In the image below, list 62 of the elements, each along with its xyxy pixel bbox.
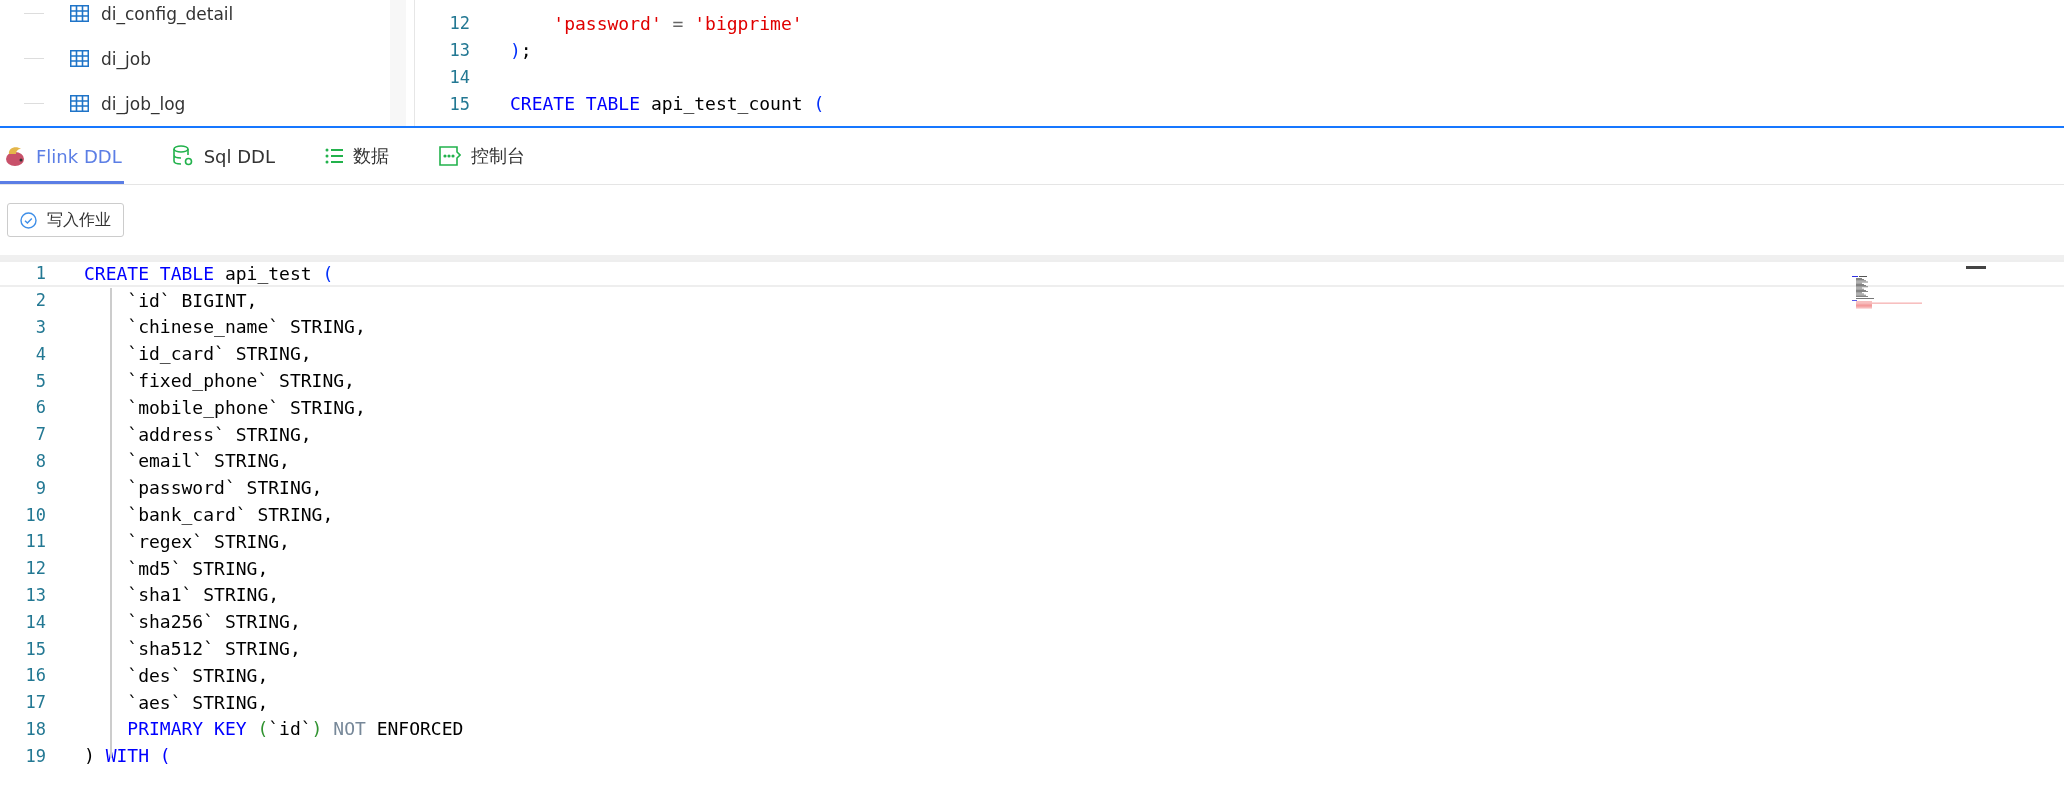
database-gear-icon bbox=[171, 145, 194, 167]
line-number: 15 bbox=[24, 638, 46, 659]
code-line: `mobile_phone` STRING, bbox=[126, 396, 366, 418]
code-line: PRIMARY KEY (`id`) NOT ENFORCED bbox=[126, 718, 464, 740]
line-number: 14 bbox=[448, 67, 470, 87]
tab[interactable]: 数据 bbox=[321, 128, 391, 184]
code-line: `email` STRING, bbox=[126, 450, 290, 472]
tab[interactable]: Flink DDL bbox=[0, 128, 124, 184]
line-number: 1 bbox=[34, 263, 46, 284]
line-number: 11 bbox=[24, 531, 46, 552]
code-line: `fixed_phone` STRING, bbox=[126, 370, 355, 392]
line-number: 12 bbox=[24, 558, 46, 579]
code-line: `regex` STRING, bbox=[126, 530, 290, 552]
code-line: `sha1` STRING, bbox=[126, 584, 280, 606]
line-number: 12 bbox=[448, 13, 470, 34]
table-icon bbox=[70, 5, 89, 22]
message-dots-icon bbox=[439, 146, 461, 166]
line-number: 4 bbox=[34, 343, 46, 364]
table-icon bbox=[70, 50, 89, 67]
line-number: 7 bbox=[34, 424, 46, 445]
code-line: `aes` STRING, bbox=[126, 691, 269, 713]
tab[interactable]: 控制台 bbox=[435, 128, 527, 184]
line-number: 18 bbox=[24, 718, 46, 739]
line-number: 16 bbox=[24, 665, 46, 686]
line-number: 13 bbox=[24, 584, 46, 605]
line-number: 14 bbox=[24, 611, 46, 632]
table-icon bbox=[70, 95, 89, 112]
tree-item[interactable]: di_job bbox=[0, 36, 390, 81]
code-line: 'password' = 'bigprime' bbox=[552, 12, 803, 34]
tab[interactable]: Sql DDL bbox=[167, 128, 277, 184]
code-line: CREATE TABLE api_test ( bbox=[84, 262, 334, 284]
scroll-thumb[interactable] bbox=[1966, 266, 1986, 269]
code-line: `id_card` STRING, bbox=[126, 343, 312, 365]
code-line: `id` BIGINT, bbox=[126, 289, 258, 311]
line-number: 8 bbox=[34, 450, 46, 471]
code-line: `des` STRING, bbox=[126, 664, 269, 686]
code-line: `address` STRING, bbox=[126, 423, 312, 445]
line-number: 6 bbox=[34, 397, 46, 418]
line-number: 10 bbox=[24, 504, 46, 525]
tree-item[interactable]: di_config_detail bbox=[0, 0, 390, 36]
code-line: `md5` STRING, bbox=[126, 557, 269, 579]
code-line: ) WITH ( bbox=[84, 745, 171, 767]
list-icon bbox=[325, 148, 343, 164]
line-number: 2 bbox=[34, 290, 46, 311]
code-line: `chinese_name` STRING, bbox=[126, 316, 366, 338]
line-number: 19 bbox=[24, 745, 46, 766]
code-line: CREATE TABLE api_test_count ( bbox=[510, 93, 825, 115]
tree-item[interactable]: di_job_log bbox=[0, 81, 390, 126]
code-line: `sha256` STRING, bbox=[126, 611, 301, 633]
line-number: 17 bbox=[24, 692, 46, 713]
line-number: 13 bbox=[448, 40, 470, 61]
code-line: `sha512` STRING, bbox=[126, 638, 301, 660]
line-number: 9 bbox=[34, 477, 46, 498]
line-number: 5 bbox=[34, 370, 46, 391]
code-line: `password` STRING, bbox=[126, 477, 323, 499]
write-job-button[interactable]: 写入作业 bbox=[7, 203, 124, 237]
line-number: 3 bbox=[34, 317, 46, 337]
code-line: ); bbox=[510, 39, 532, 61]
line-number: 15 bbox=[448, 93, 470, 114]
code-line: `bank_card` STRING, bbox=[126, 504, 334, 526]
check-circle-icon bbox=[20, 211, 37, 229]
mascot-icon bbox=[4, 144, 26, 168]
